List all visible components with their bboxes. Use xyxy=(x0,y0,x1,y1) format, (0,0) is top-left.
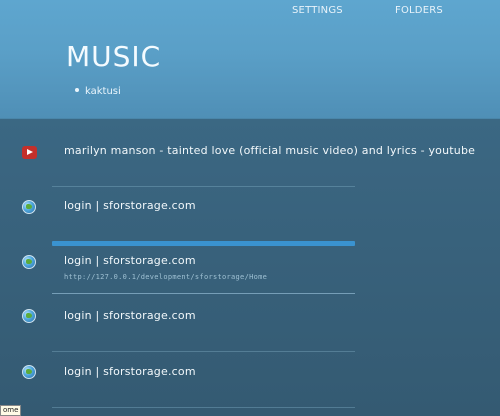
bookmark-row[interactable]: marilyn manson - tainted love (official … xyxy=(0,125,500,179)
bookmark-row-selected[interactable]: login | sforstorage.com http://127.0.0.1… xyxy=(0,236,500,290)
tooltip: ome xyxy=(0,405,22,416)
globe-icon xyxy=(22,255,36,269)
subfolder-list: kaktusi xyxy=(75,86,121,97)
bookmark-title[interactable]: marilyn manson - tainted love (official … xyxy=(64,144,475,157)
bookmark-url: http://127.0.0.1/development/sforstorage… xyxy=(64,273,268,281)
bookmark-title[interactable]: login | sforstorage.com xyxy=(64,254,196,267)
bookmark-title[interactable]: login | sforstorage.com xyxy=(64,365,196,378)
bookmark-row[interactable]: login | sforstorage.com xyxy=(0,181,500,235)
divider xyxy=(52,407,355,408)
bookmark-row[interactable]: login | sforstorage.com xyxy=(0,345,500,399)
header: SETTINGS FOLDERS MUSIC kaktusi xyxy=(0,0,500,119)
bookmark-title[interactable]: login | sforstorage.com xyxy=(64,309,196,322)
subfolder-item[interactable]: kaktusi xyxy=(85,86,121,97)
bookmark-title[interactable]: login | sforstorage.com xyxy=(64,199,196,212)
page-title: MUSIC xyxy=(66,40,162,73)
nav-folders[interactable]: FOLDERS xyxy=(395,5,443,16)
nav-settings[interactable]: SETTINGS xyxy=(292,5,343,16)
globe-icon xyxy=(22,365,36,379)
bookmark-row[interactable]: login | sforstorage.com xyxy=(0,290,500,344)
bullet-icon xyxy=(75,88,79,92)
globe-icon xyxy=(22,309,36,323)
globe-icon xyxy=(22,200,36,214)
youtube-icon xyxy=(22,146,37,159)
